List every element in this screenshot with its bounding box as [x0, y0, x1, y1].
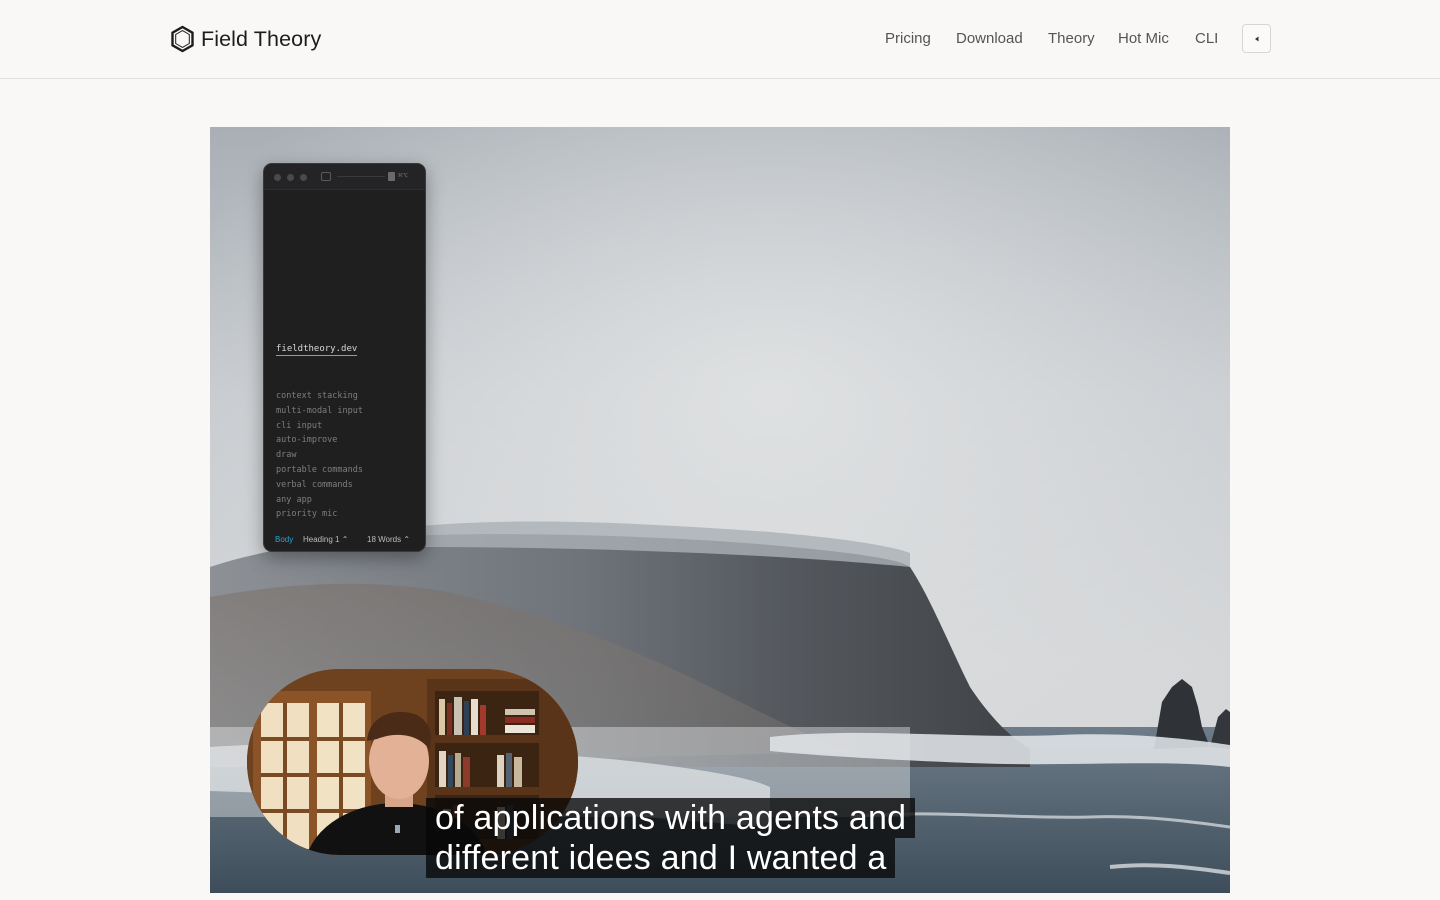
nav-link-theory[interactable]: Theory: [1048, 30, 1095, 48]
caption-line-1: of applications with agents and: [426, 798, 916, 838]
style-body-label: Body: [275, 535, 294, 544]
app-statusbar: Body Heading 1 ⌃ 18 Words ⌃: [264, 527, 425, 551]
theme-toggle-button[interactable]: [1242, 24, 1271, 53]
list-item: context stacking: [276, 391, 358, 401]
nav-link-pricing[interactable]: Pricing: [885, 30, 931, 48]
chevron-left-icon: [1254, 36, 1258, 41]
list-item: verbal commands: [276, 479, 353, 490]
demo-video-player[interactable]: ⌘⌥ fieldtheory.dev context stacking mult…: [210, 127, 1230, 893]
sidebar-toggle-icon: [321, 172, 331, 181]
list-item: multi-modal input: [276, 405, 363, 416]
site-header: Field Theory Pricing Download Theory Hot…: [0, 0, 1440, 79]
feature-list: context stacking multi-modal input cli i…: [276, 389, 363, 522]
word-count: 18 Words ⌃: [367, 535, 411, 544]
list-item: cli input: [276, 420, 323, 431]
heading-style-select: Heading 1 ⌃: [303, 535, 349, 544]
app-window-mockup: ⌘⌥ fieldtheory.dev context stacking mult…: [263, 163, 426, 552]
nav-link-cli[interactable]: CLI: [1195, 30, 1218, 48]
list-item: portable commands: [276, 464, 363, 475]
app-titlebar: ⌘⌥: [264, 164, 425, 190]
video-captions: of applications with agents and differen…: [426, 798, 916, 878]
title-placeholder-bar: [337, 176, 385, 177]
document-icon: [388, 172, 395, 181]
app-heading: fieldtheory.dev: [276, 344, 358, 356]
list-item: priority mic: [276, 509, 338, 520]
window-minimize-dot: [287, 174, 294, 181]
nav-link-hot-mic[interactable]: Hot Mic: [1118, 30, 1169, 48]
list-item: auto-improve: [276, 435, 338, 446]
main-nav: Pricing Download Theory Hot Mic CLI: [0, 30, 1440, 50]
shortcut-hint: ⌘⌥: [398, 171, 408, 180]
window-zoom-dot: [300, 174, 307, 181]
nav-link-download[interactable]: Download: [956, 30, 1023, 48]
list-item: draw: [276, 450, 297, 461]
caption-line-2: different idees and I wanted a: [426, 838, 896, 878]
list-item: any app: [276, 494, 312, 505]
window-close-dot: [274, 174, 281, 181]
